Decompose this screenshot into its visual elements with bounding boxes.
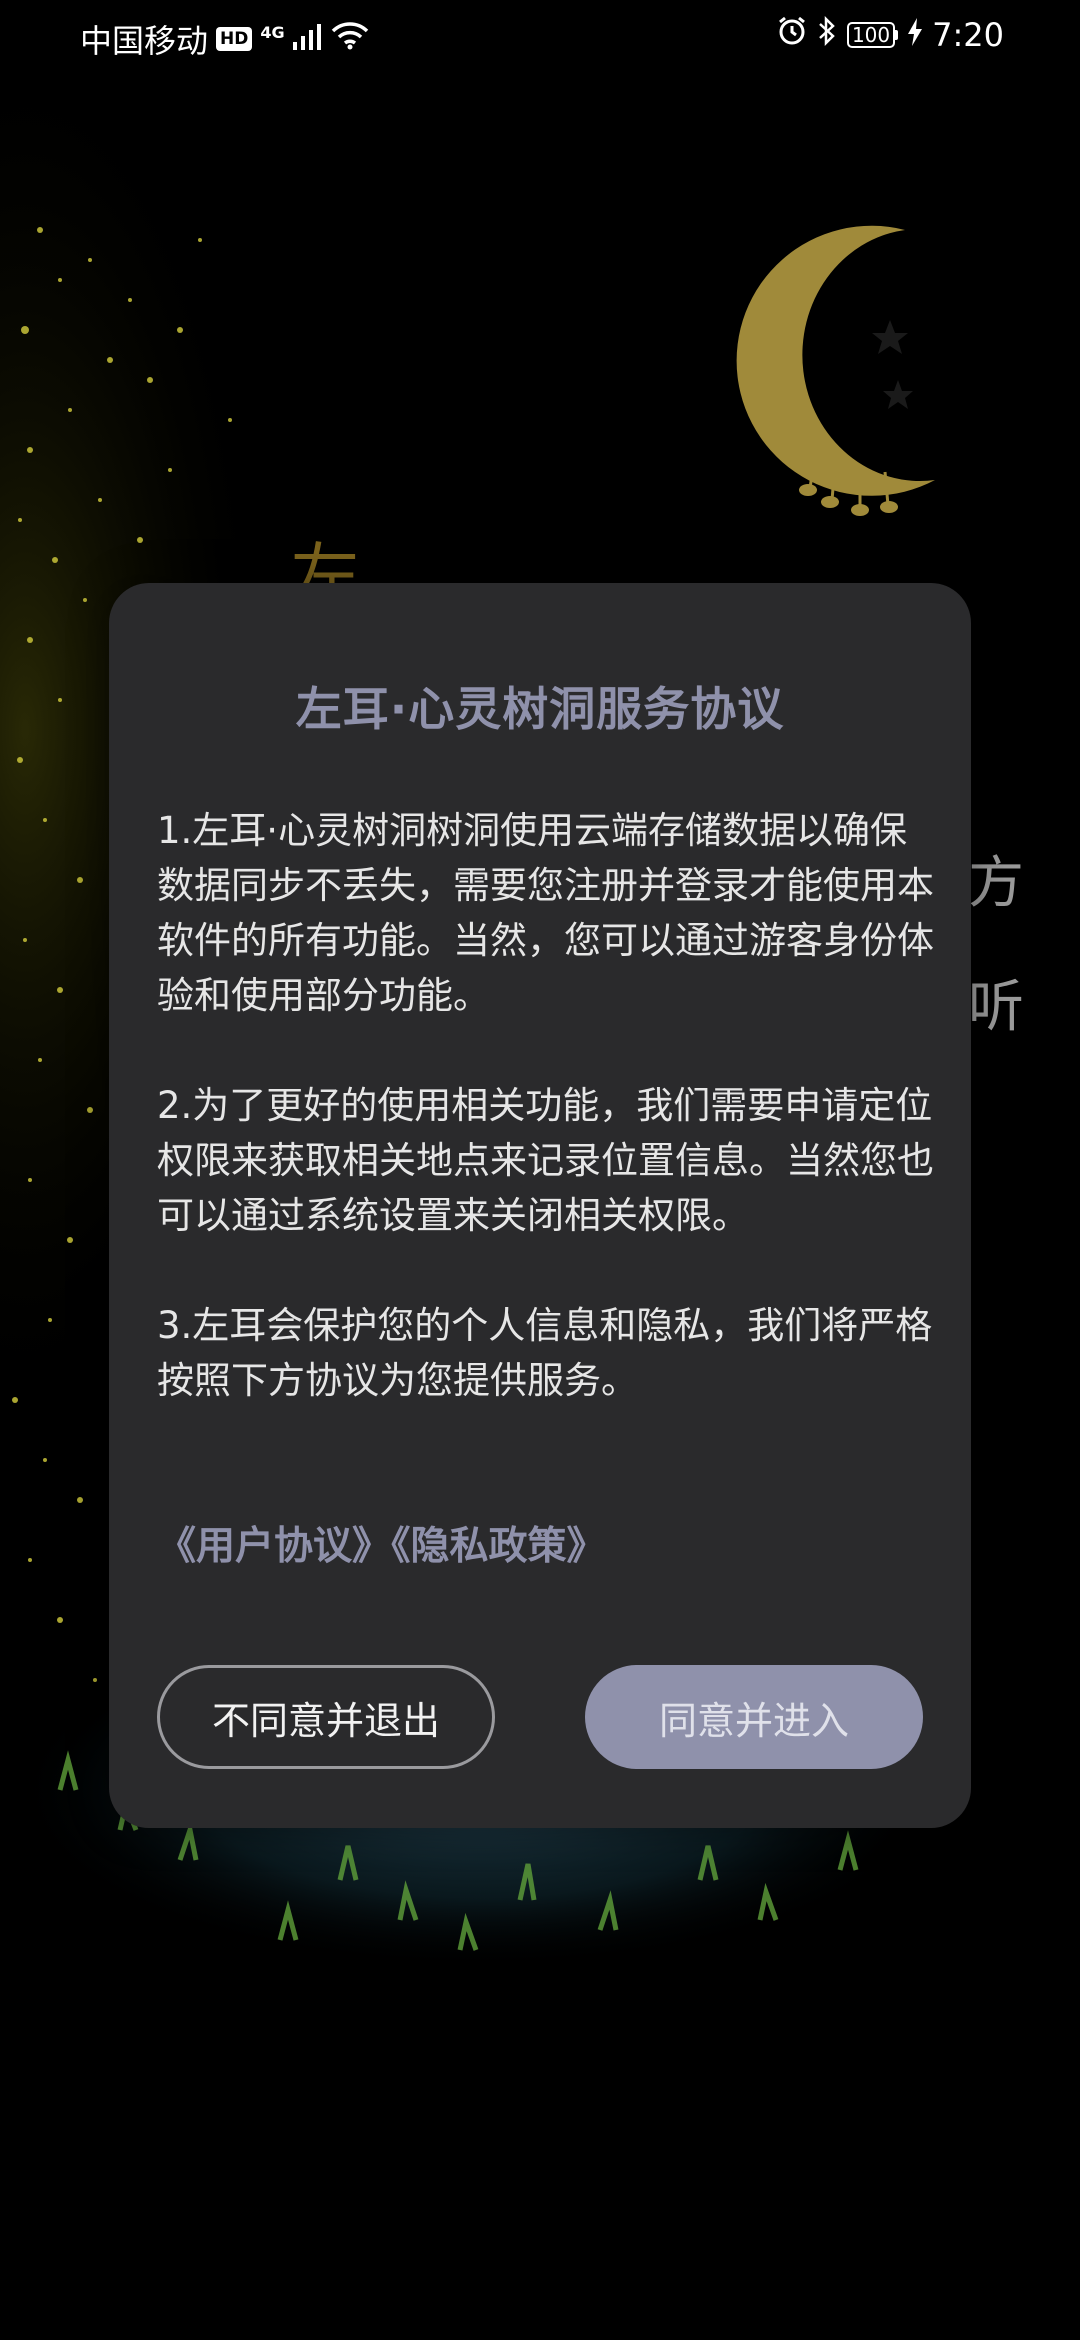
alarm-icon bbox=[777, 16, 807, 54]
status-bar: 中国移动 HD 4G 100 7:20 bbox=[0, 0, 1080, 72]
dialog-title: 左耳·心灵树洞服务协议 bbox=[295, 682, 785, 736]
charging-icon bbox=[908, 16, 923, 54]
battery-icon: 100 bbox=[846, 22, 899, 48]
signal-icon bbox=[292, 20, 323, 58]
status-bar-left: 中国移动 HD 4G bbox=[80, 16, 369, 62]
battery-level: 100 bbox=[846, 22, 896, 48]
agreement-paragraph-1: 1.左耳·心灵树洞树洞使用云端存储数据以确保数据同步不丢失，需要您注册并登录才能… bbox=[157, 809, 934, 1017]
agreement-paragraph-3: 3.左耳会保护您的个人信息和隐私，我们将严格按照下方协议为您提供服务。 bbox=[157, 1304, 933, 1402]
wifi-icon bbox=[331, 20, 369, 58]
moon-illustration bbox=[736, 225, 935, 516]
network-type: 4G bbox=[260, 22, 285, 42]
background-text-fragment-2: 听 bbox=[968, 975, 1024, 1040]
service-agreement-dialog: 左耳·心灵树洞服务协议 1.左耳·心灵树洞树洞使用云端存储数据以确保数据同步不丢… bbox=[109, 583, 971, 1828]
bluetooth-icon bbox=[817, 15, 837, 54]
privacy-policy-link[interactable]: 《隐私政策》 bbox=[391, 1524, 606, 1569]
agreement-paragraph-2: 2.为了更好的使用相关功能，我们需要申请定位权限来获取相关地点来记录位置信息。当… bbox=[157, 1084, 934, 1237]
status-bar-right: 100 7:20 bbox=[777, 15, 1004, 54]
clock: 7:20 bbox=[932, 16, 1004, 54]
hd-badge: HD bbox=[216, 27, 253, 51]
background-text-fragment-1: 方 bbox=[968, 851, 1024, 916]
agree-enter-button[interactable]: 同意并进入 bbox=[585, 1665, 923, 1769]
app-screen: 左 方 听 中国移动 HD 4G 100 7:20 左耳·心灵树洞服务协议 1.… bbox=[0, 0, 1080, 2340]
carrier-name: 中国移动 bbox=[80, 22, 209, 60]
agreement-links: 《用户协议》《隐私政策》 bbox=[157, 1515, 606, 1571]
dialog-body: 1.左耳·心灵树洞树洞使用云端存储数据以确保数据同步不丢失，需要您注册并登录才能… bbox=[157, 803, 937, 1463]
disagree-exit-button[interactable]: 不同意并退出 bbox=[157, 1665, 495, 1769]
user-agreement-link[interactable]: 《用户协议》 bbox=[157, 1524, 391, 1569]
